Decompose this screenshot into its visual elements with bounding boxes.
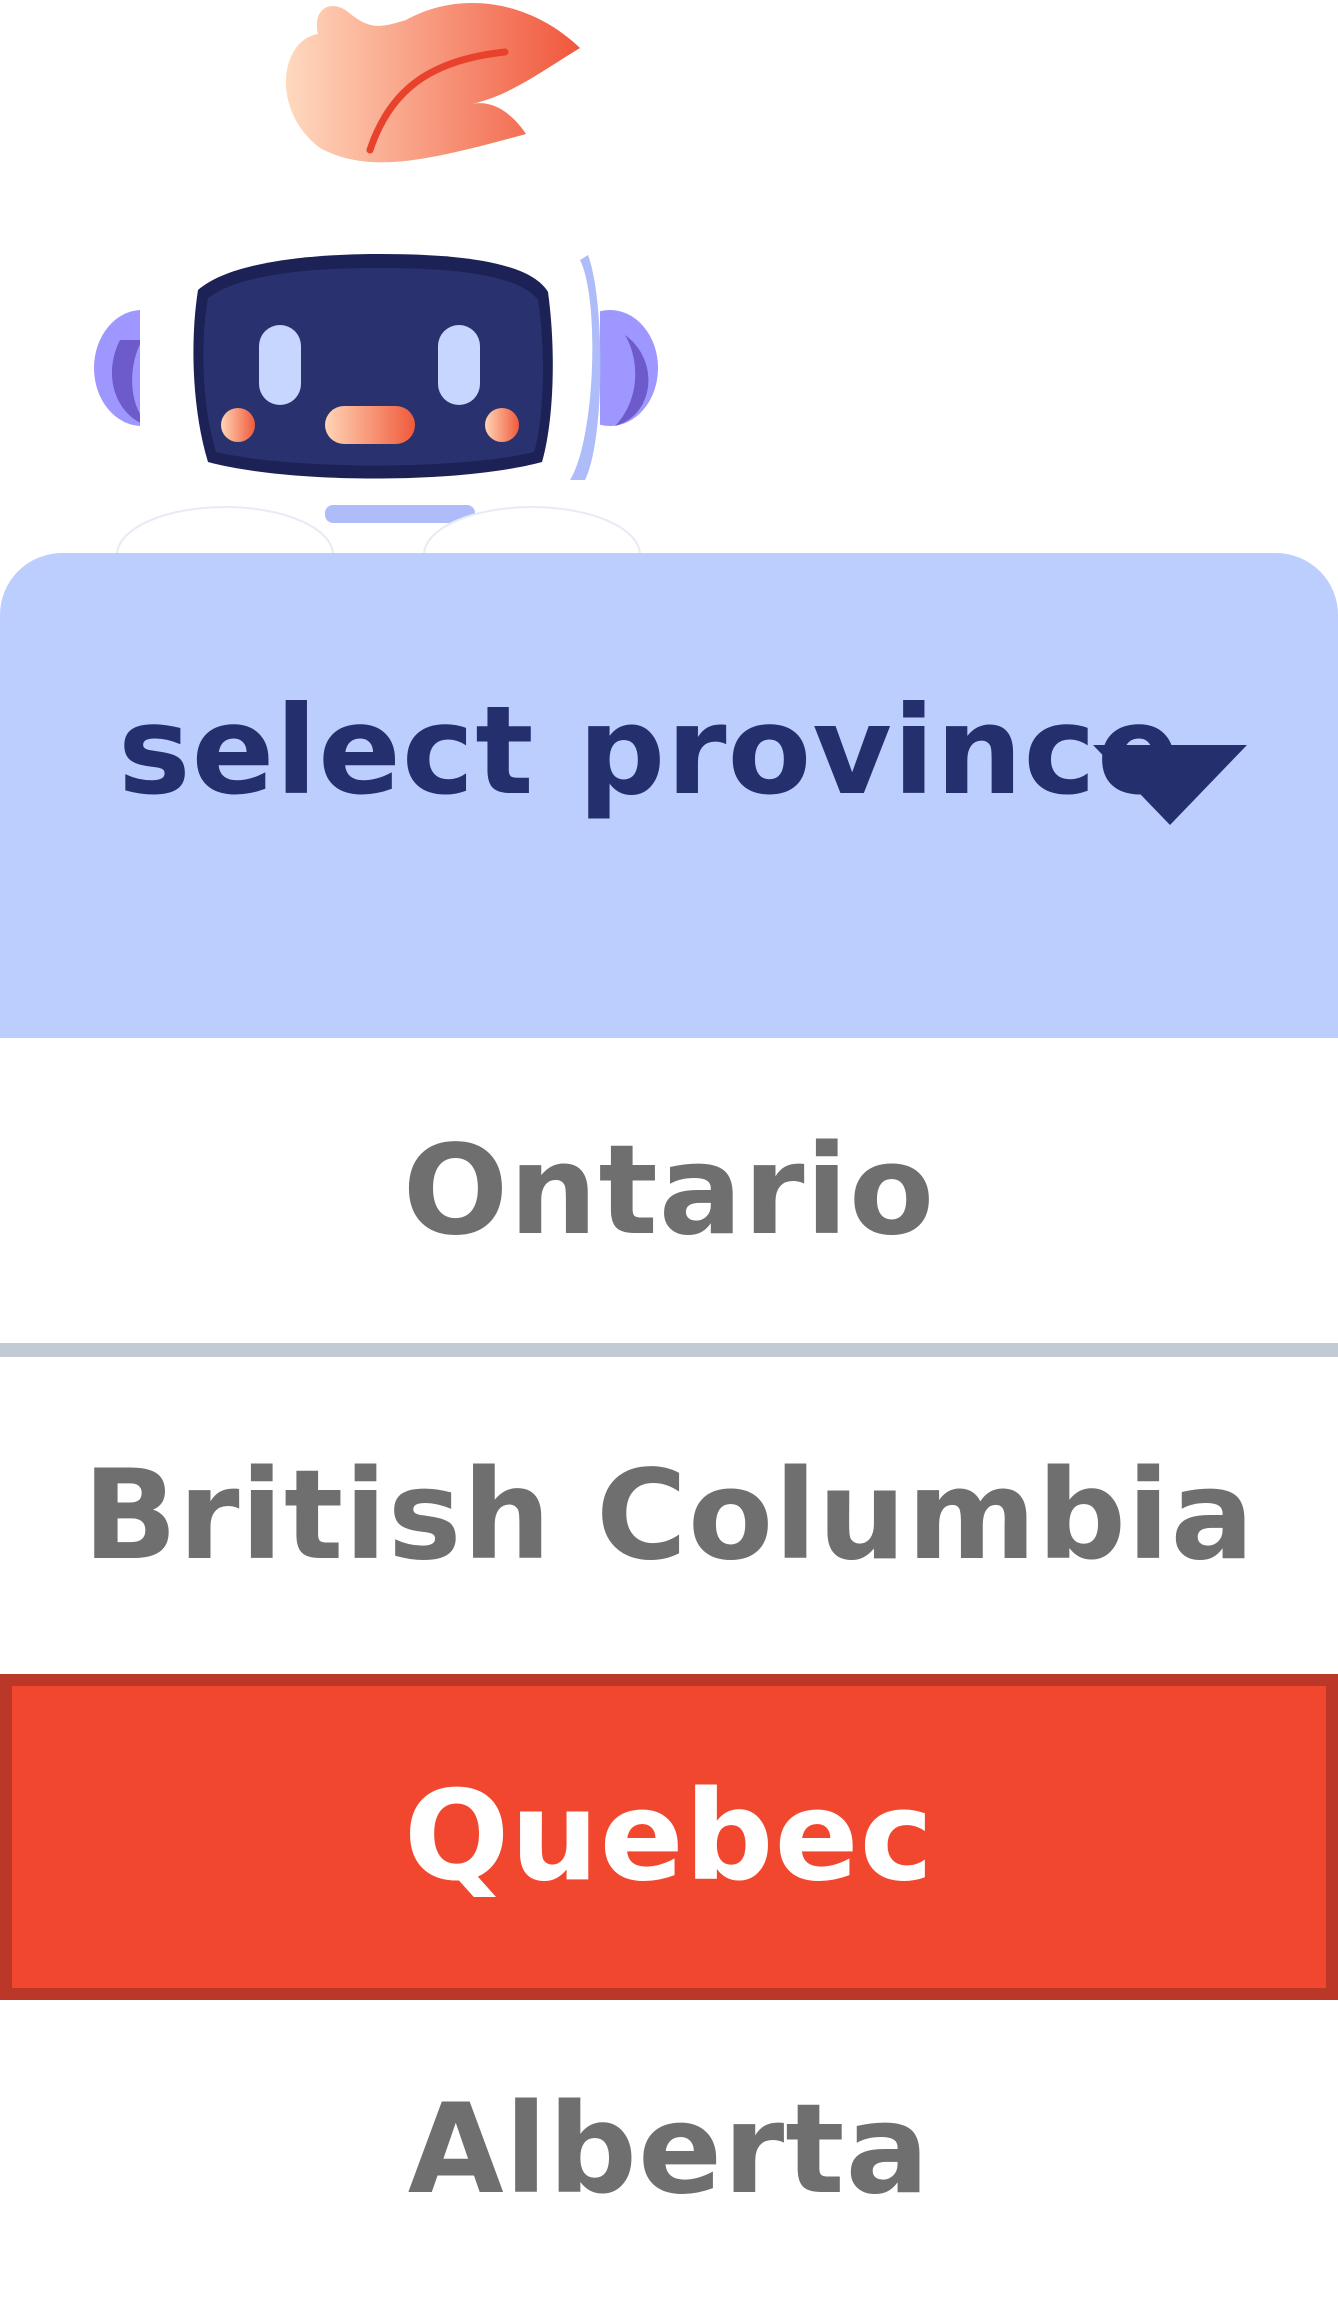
- option-divider: [0, 1343, 1338, 1357]
- option-quebec-selected[interactable]: Quebec: [0, 1674, 1338, 2000]
- leaf-icon: [285, 3, 580, 163]
- option-label: Ontario: [402, 1118, 936, 1263]
- option-label: Quebec: [403, 1765, 935, 1909]
- option-british-columbia[interactable]: British Columbia: [0, 1357, 1338, 1674]
- option-label: British Columbia: [82, 1443, 1256, 1588]
- triangle-down-icon[interactable]: [1093, 745, 1247, 825]
- option-label: Alberta: [407, 2078, 931, 2222]
- province-select-widget: select province Ontario British Columbia…: [0, 0, 1338, 2310]
- option-alberta[interactable]: Alberta: [0, 2000, 1338, 2300]
- select-placeholder: select province: [118, 680, 1181, 822]
- option-ontario[interactable]: Ontario: [0, 1038, 1338, 1343]
- robot-mascot-icon: [80, 0, 680, 610]
